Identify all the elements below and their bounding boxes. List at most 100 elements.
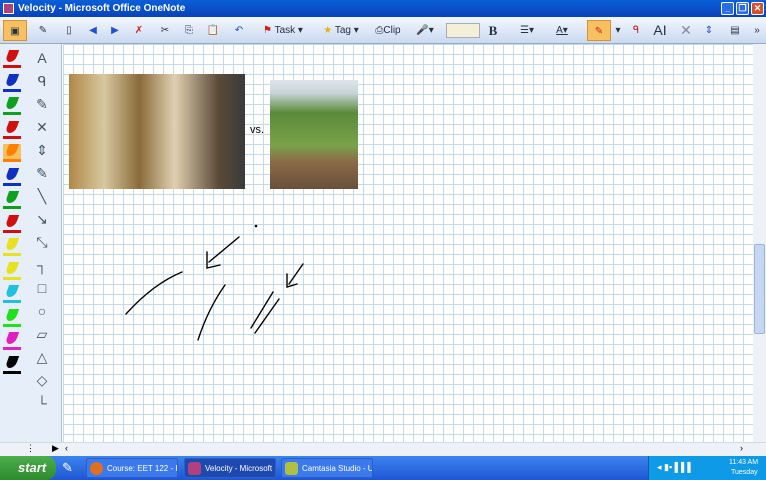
quick-launch-icon[interactable]: ✎: [62, 460, 73, 476]
onenote-icon: [188, 462, 201, 475]
delete-page-icon[interactable]: ✗: [130, 20, 148, 41]
pen-color-swatch: [3, 253, 21, 256]
rectangle-icon[interactable]: □: [32, 278, 52, 298]
pen-color-swatch: [3, 370, 21, 374]
circle-icon[interactable]: ○: [32, 301, 52, 321]
close-button[interactable]: ✕: [751, 2, 764, 15]
triangle-icon[interactable]: △: [32, 347, 52, 367]
pen-color-swatch: [3, 159, 21, 162]
pen-icon: [4, 285, 20, 297]
record-audio-button[interactable]: 🎤▾: [410, 20, 440, 41]
pen-9[interactable]: [3, 238, 21, 256]
window-title: Velocity - Microsoft Office OneNote: [18, 3, 186, 14]
taskbar: start ✎ Course: EET 122 - I... Velocity …: [0, 456, 766, 480]
pen-color-swatch: [3, 182, 21, 186]
pen-icon[interactable]: ✎: [32, 163, 52, 183]
eraser-icon[interactable]: ✕: [32, 117, 52, 137]
forward-icon[interactable]: ▶: [106, 20, 124, 41]
pen-color-swatch: [3, 135, 21, 139]
pen-color-swatch: [3, 276, 21, 280]
paste-icon[interactable]: 📋: [204, 20, 222, 41]
bold-button[interactable]: B: [486, 20, 500, 41]
scroll-left-icon[interactable]: ‹: [65, 443, 68, 453]
font-size-select[interactable]: [446, 23, 480, 38]
pen-mode-icon[interactable]: ✎: [34, 20, 52, 41]
task-button[interactable]: ⚑ Task ▾: [258, 20, 308, 41]
pen-13[interactable]: [3, 332, 21, 350]
copy-icon[interactable]: ⎘: [180, 20, 198, 41]
palette-more-icon[interactable]: ⋮: [26, 443, 35, 454]
pen-7[interactable]: [3, 191, 21, 209]
clock-time: 11:43 AM: [729, 459, 759, 466]
pen-5[interactable]: [3, 144, 21, 162]
lasso-icon[interactable]: ᑫ: [32, 71, 52, 91]
taskbar-item-camtasia[interactable]: Camtasia Studio - U...: [281, 458, 373, 478]
pen-12[interactable]: [3, 308, 21, 327]
pen-tool-button[interactable]: ✎: [587, 20, 611, 41]
pen-8[interactable]: [3, 214, 21, 233]
pen-3[interactable]: [3, 97, 21, 115]
minimize-button[interactable]: _: [721, 2, 734, 15]
start-button[interactable]: start: [0, 456, 56, 480]
pen-2[interactable]: [3, 73, 21, 92]
ink-to-text-icon[interactable]: AI: [650, 20, 670, 41]
text-tool-icon[interactable]: A: [32, 48, 52, 68]
camtasia-icon: [285, 462, 298, 475]
insert-space-icon[interactable]: ⇕: [32, 140, 52, 160]
toolbar-overflow-icon[interactable]: »: [750, 20, 764, 41]
pen-14[interactable]: [3, 355, 21, 374]
parallelogram-icon[interactable]: ▱: [32, 324, 52, 344]
cut-icon[interactable]: ✂: [156, 20, 174, 41]
pen-icon: [4, 144, 20, 156]
bullets-button[interactable]: ☰▾: [512, 20, 542, 41]
undo-icon[interactable]: ↶: [230, 20, 248, 41]
arrow-icon[interactable]: ↘: [32, 209, 52, 229]
clip-button[interactable]: ⎙Clip: [370, 20, 406, 41]
taskbar-item-onenote[interactable]: Velocity - Microsoft ...: [184, 458, 276, 478]
full-page-view-button[interactable]: ▣: [3, 20, 27, 41]
title-bar: Velocity - Microsoft Office OneNote _ ❐ …: [0, 0, 766, 17]
pen-4[interactable]: [3, 120, 21, 139]
pen-11[interactable]: [3, 285, 21, 303]
lasso-icon[interactable]: ᑫ: [626, 20, 646, 41]
scroll-right-icon[interactable]: ›: [740, 443, 743, 453]
ink-arrow-left: [206, 236, 240, 269]
axes-icon[interactable]: └: [32, 393, 52, 413]
diamond-icon[interactable]: ◇: [32, 370, 52, 390]
pen-icon: [4, 167, 20, 180]
onenote-app-icon: [3, 3, 14, 14]
star-icon: ★: [323, 25, 333, 36]
page-list-icon[interactable]: ▤: [724, 20, 746, 41]
axis-icon[interactable]: ┐: [32, 255, 52, 275]
expand-palette-icon[interactable]: ▶: [52, 443, 59, 454]
system-tray: ◂ ▮▪ ▌▌▌ 11:43 AM Tuesday: [648, 456, 766, 480]
highlighter-icon[interactable]: ✎: [32, 94, 52, 114]
note-page-canvas[interactable]: vs.: [63, 44, 753, 442]
ink-dot: [254, 224, 258, 228]
pen-10[interactable]: [3, 261, 21, 280]
insert-space-icon[interactable]: ⇕: [700, 20, 718, 41]
ink-stroke-line-2: [197, 284, 226, 341]
tray-icons[interactable]: ◂ ▮▪ ▌▌▌: [657, 462, 694, 473]
restore-button[interactable]: ❐: [736, 2, 749, 15]
back-icon[interactable]: ◀: [84, 20, 102, 41]
ink-double-line: [250, 291, 280, 334]
pen-icon: [4, 214, 20, 227]
font-color-button[interactable]: A▾: [548, 20, 576, 41]
pen-icon: [4, 73, 20, 86]
pen-6[interactable]: [3, 167, 21, 186]
tag-button[interactable]: ★ Tag ▾: [316, 20, 366, 41]
taskbar-item-firefox[interactable]: Course: EET 122 - I...: [86, 458, 178, 478]
pen-color-swatch: [3, 300, 21, 303]
vertical-scrollbar[interactable]: [753, 44, 766, 442]
double-arrow-icon[interactable]: ⤡: [32, 232, 52, 252]
pen-icon: [4, 50, 20, 62]
pen-1[interactable]: [3, 50, 21, 68]
vertical-scroll-thumb[interactable]: [754, 244, 765, 334]
horizontal-scrollbar[interactable]: ⋮ ▶ ‹ ›: [0, 442, 766, 456]
pen-dropdown-icon[interactable]: ▾: [613, 20, 623, 41]
pen-icon: [4, 308, 20, 321]
eraser-x-icon[interactable]: ✕: [677, 20, 695, 41]
new-page-icon[interactable]: ▯: [60, 20, 78, 41]
line-icon[interactable]: ╲: [32, 186, 52, 206]
